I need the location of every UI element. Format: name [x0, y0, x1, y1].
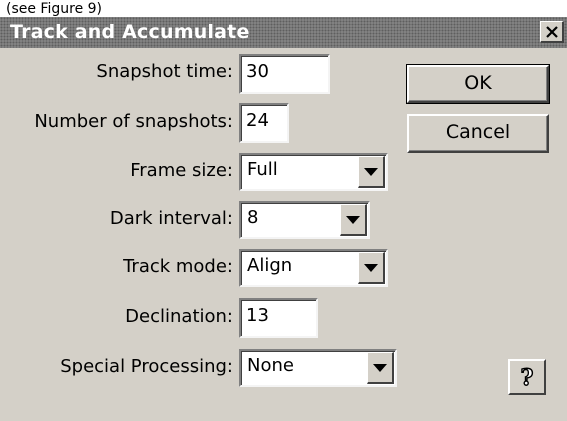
snapshot-time-field[interactable]: 30: [239, 54, 330, 94]
dark-interval-selected: 8: [247, 207, 259, 228]
close-icon: [545, 25, 558, 38]
track-and-accumulate-dialog: Track and Accumulate Snapshot time: 30 N…: [0, 17, 567, 421]
snapshot-time-value: 30: [246, 61, 269, 82]
track-mode-dropdown-button[interactable]: [358, 252, 385, 284]
frame-size-dropdown[interactable]: Full: [239, 153, 388, 191]
help-button[interactable]: ?: [508, 359, 546, 395]
special-processing-selected: None: [247, 355, 294, 376]
frame-size-label: Frame size:: [130, 160, 233, 181]
frame-size-selected: Full: [247, 159, 278, 180]
close-button[interactable]: [540, 21, 564, 43]
dark-interval-dropdown-button[interactable]: [340, 204, 367, 236]
help-icon: ?: [520, 364, 534, 390]
number-of-snapshots-field[interactable]: 24: [239, 103, 289, 143]
special-processing-dropdown[interactable]: None: [239, 349, 397, 387]
frame-size-dropdown-button[interactable]: [358, 156, 385, 188]
chevron-down-icon: [364, 167, 378, 176]
chevron-down-icon: [364, 263, 378, 272]
declination-label: Declination:: [125, 306, 233, 327]
snapshot-time-label: Snapshot time:: [96, 61, 233, 82]
caption-fragment: (see Figure 9): [6, 1, 102, 17]
declination-value: 13: [246, 305, 269, 326]
track-mode-dropdown[interactable]: Align: [239, 249, 388, 287]
number-of-snapshots-label: Number of snapshots:: [34, 111, 233, 132]
dark-interval-label: Dark interval:: [109, 208, 233, 229]
special-processing-dropdown-button[interactable]: [367, 352, 394, 384]
ok-button[interactable]: OK: [406, 64, 550, 104]
svg-text:?: ?: [521, 365, 534, 390]
chevron-down-icon: [373, 363, 387, 372]
track-mode-label: Track mode:: [123, 256, 233, 277]
track-mode-selected: Align: [247, 255, 293, 276]
dialog-title: Track and Accumulate: [10, 21, 250, 43]
special-processing-label: Special Processing:: [60, 356, 233, 377]
cancel-button[interactable]: Cancel: [407, 114, 549, 153]
chevron-down-icon: [346, 215, 360, 224]
declination-field[interactable]: 13: [239, 298, 318, 338]
title-bar[interactable]: Track and Accumulate: [0, 17, 567, 48]
dark-interval-dropdown[interactable]: 8: [239, 201, 370, 239]
number-of-snapshots-value: 24: [246, 110, 269, 131]
